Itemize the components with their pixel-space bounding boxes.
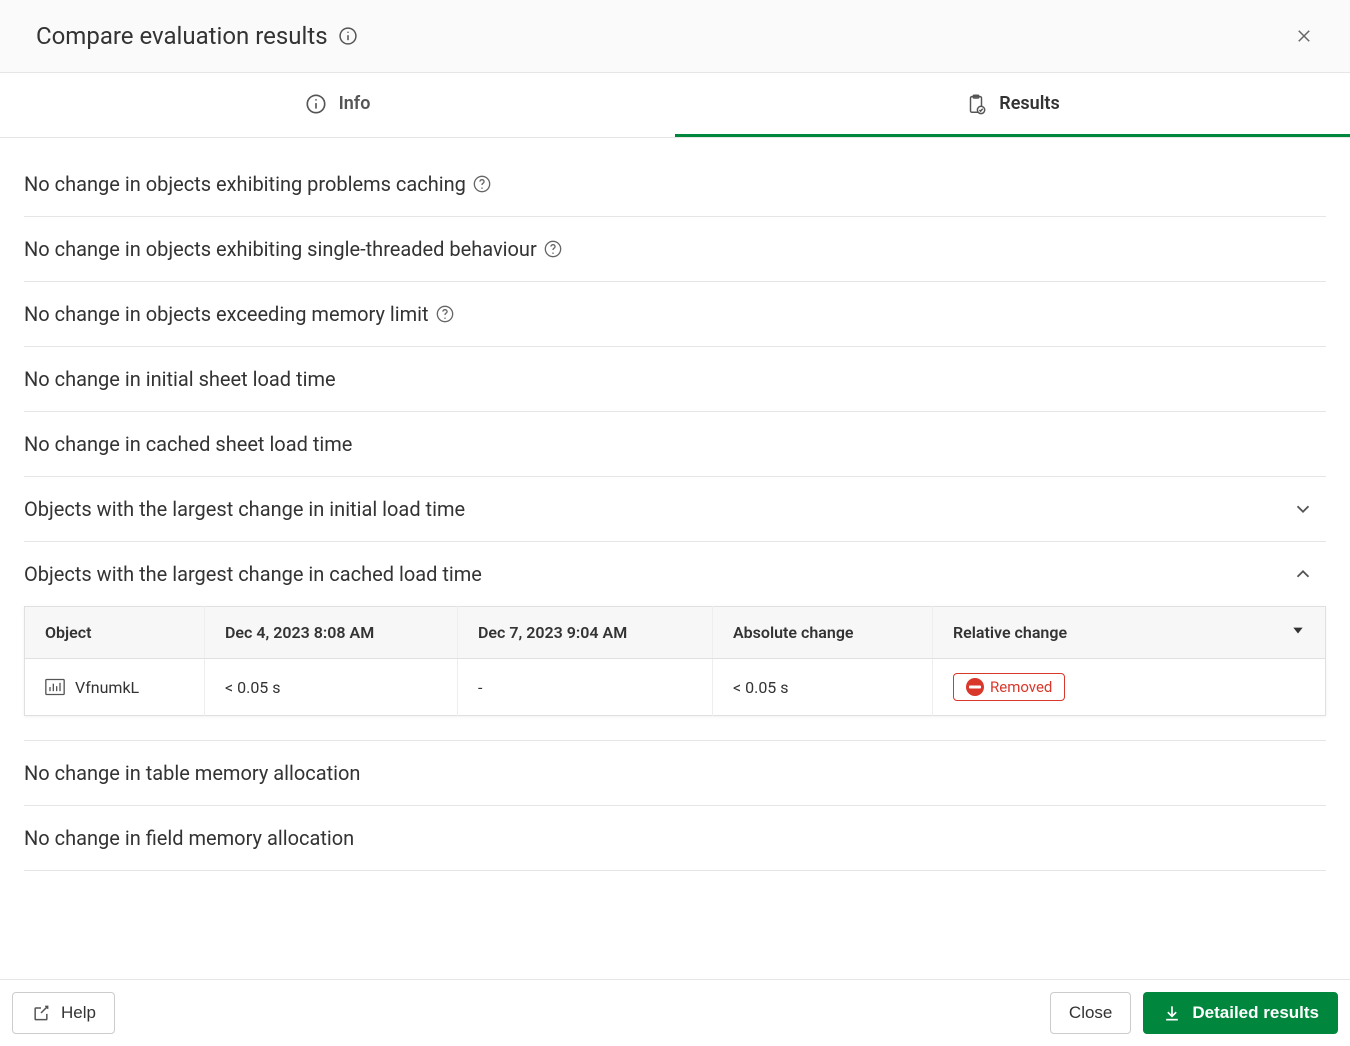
col-ts1[interactable]: Dec 4, 2023 8:08 AM <box>205 607 458 659</box>
chevron-down-icon <box>1292 498 1314 520</box>
table-row: VfnumkL < 0.05 s - < 0.05 s Removed <box>25 659 1326 716</box>
cell-rel: Removed <box>933 659 1326 716</box>
section-table-memory-label: No change in table memory allocation <box>24 761 360 785</box>
section-field-memory: No change in field memory allocation <box>24 806 1326 871</box>
tab-results[interactable]: Results <box>675 73 1350 137</box>
col-object[interactable]: Object <box>25 607 205 659</box>
info-icon <box>305 93 327 115</box>
close-button[interactable]: Close <box>1050 992 1131 1034</box>
results-content: No change in objects exhibiting problems… <box>0 138 1350 979</box>
col-absolute[interactable]: Absolute change <box>713 607 933 659</box>
help-icon[interactable] <box>543 239 563 259</box>
dialog-title: Compare evaluation results <box>36 22 328 50</box>
largest-cached-table: Object Dec 4, 2023 8:08 AM Dec 7, 2023 9… <box>24 606 1326 740</box>
dialog-header: Compare evaluation results <box>0 0 1350 73</box>
tab-info[interactable]: Info <box>0 73 675 137</box>
cell-abs: < 0.05 s <box>713 659 933 716</box>
help-icon[interactable] <box>435 304 455 324</box>
cell-ts1: < 0.05 s <box>205 659 458 716</box>
section-memory-limit: No change in objects exceeding memory li… <box>24 282 1326 347</box>
col-ts2[interactable]: Dec 7, 2023 9:04 AM <box>458 607 713 659</box>
compare-results-dialog: Compare evaluation results I <box>0 0 1350 1046</box>
help-button[interactable]: Help <box>12 992 115 1034</box>
tab-info-label: Info <box>339 93 371 114</box>
tab-results-label: Results <box>999 93 1059 114</box>
sort-descending-icon <box>1291 623 1305 637</box>
info-icon[interactable] <box>338 26 358 46</box>
close-icon[interactable] <box>1286 18 1322 54</box>
section-cached-sheet: No change in cached sheet load time <box>24 412 1326 477</box>
section-memory-limit-label: No change in objects exceeding memory li… <box>24 302 429 326</box>
section-largest-cached[interactable]: Objects with the largest change in cache… <box>24 542 1326 741</box>
status-badge-label: Removed <box>990 678 1052 696</box>
object-name: VfnumkL <box>75 678 139 697</box>
section-cached-sheet-label: No change in cached sheet load time <box>24 432 352 456</box>
section-single-thread: No change in objects exhibiting single-t… <box>24 217 1326 282</box>
section-single-thread-label: No change in objects exhibiting single-t… <box>24 237 537 261</box>
section-initial-sheet-label: No change in initial sheet load time <box>24 367 336 391</box>
clipboard-check-icon <box>965 93 987 115</box>
section-table-memory: No change in table memory allocation <box>24 741 1326 806</box>
section-largest-initial-label: Objects with the largest change in initi… <box>24 497 465 521</box>
download-icon <box>1162 1003 1182 1023</box>
col-relative[interactable]: Relative change <box>933 607 1326 659</box>
detailed-results-label: Detailed results <box>1192 1003 1319 1023</box>
detailed-results-button[interactable]: Detailed results <box>1143 992 1338 1034</box>
section-largest-cached-label: Objects with the largest change in cache… <box>24 562 482 586</box>
dialog-footer: Help Close Detailed results <box>0 979 1350 1046</box>
help-button-label: Help <box>61 1003 96 1023</box>
status-badge-removed: Removed <box>953 673 1065 701</box>
help-icon[interactable] <box>472 174 492 194</box>
close-button-label: Close <box>1069 1003 1112 1023</box>
section-caching-label: No change in objects exhibiting problems… <box>24 172 466 196</box>
section-initial-sheet: No change in initial sheet load time <box>24 347 1326 412</box>
section-largest-initial[interactable]: Objects with the largest change in initi… <box>24 477 1326 542</box>
cell-ts2: - <box>458 659 713 716</box>
chevron-up-icon <box>1292 563 1314 585</box>
object-cell: VfnumkL <box>45 678 184 697</box>
section-caching: No change in objects exhibiting problems… <box>24 152 1326 217</box>
table-header-row: Object Dec 4, 2023 8:08 AM Dec 7, 2023 9… <box>25 607 1326 659</box>
removed-icon <box>966 678 984 696</box>
barchart-icon <box>45 678 65 696</box>
external-link-icon <box>31 1003 51 1023</box>
section-field-memory-label: No change in field memory allocation <box>24 826 354 850</box>
tabs: Info Results <box>0 73 1350 138</box>
